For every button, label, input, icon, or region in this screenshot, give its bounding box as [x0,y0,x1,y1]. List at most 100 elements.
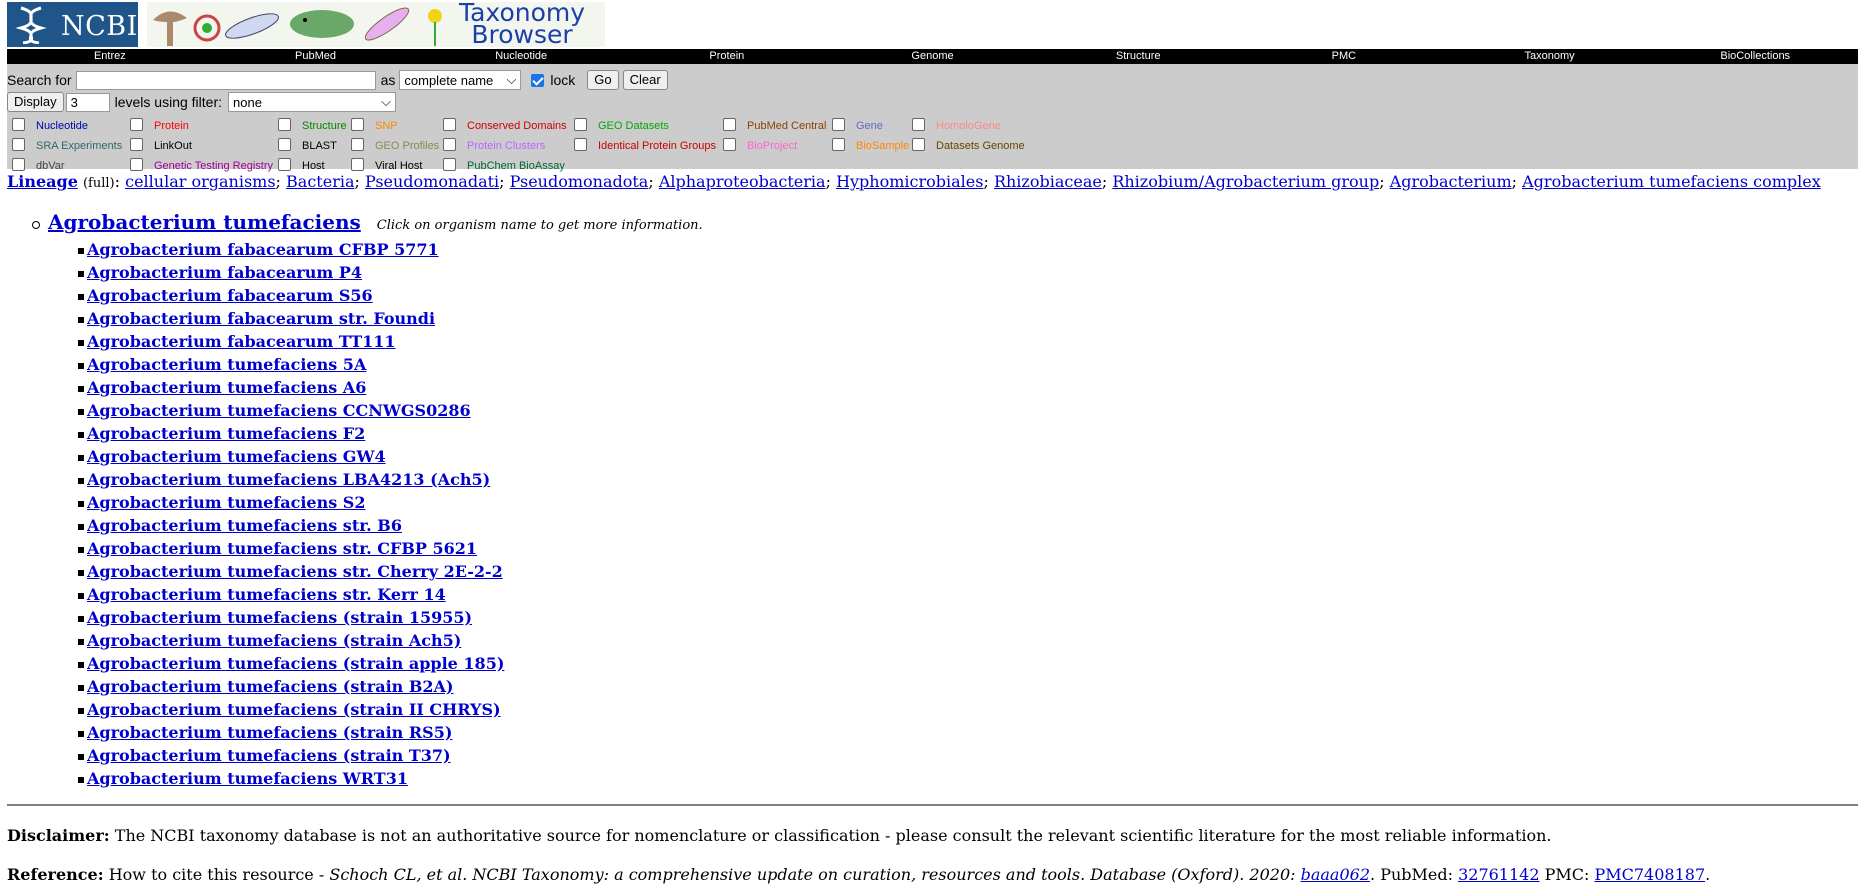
filter-checkbox[interactable] [574,118,587,131]
child-taxon-link[interactable]: Agrobacterium tumefaciens (strain apple … [87,654,504,673]
filter-label: BioProject [747,140,798,152]
child-taxon-link[interactable]: Agrobacterium fabacearum CFBP 5771 [87,240,439,259]
reference-text: How to cite this resource - [108,865,330,884]
lineage-item[interactable]: cellular organisms [125,172,275,191]
root-taxon-link[interactable]: Agrobacterium tumefaciens [48,210,361,234]
filter-label: SRA Experiments [36,140,123,152]
filter-checkbox[interactable] [130,158,143,171]
filter-checkbox[interactable] [912,138,925,151]
nav-genome[interactable]: Genome [830,49,1036,64]
child-taxon-link[interactable]: Agrobacterium tumefaciens F2 [87,424,365,443]
filter-checkbox[interactable] [278,118,291,131]
lineage-item[interactable]: Rhizobium/Agrobacterium group [1112,172,1379,191]
lineage-item[interactable]: Bacteria [286,172,354,191]
disclaimer-label: Disclaimer: [7,826,110,845]
lineage-item[interactable]: Alphaproteobacteria [659,172,826,191]
filter-checkbox[interactable] [832,138,845,151]
child-taxon-link[interactable]: Agrobacterium tumefaciens A6 [87,378,366,397]
go-button[interactable]: Go [587,70,619,90]
nav-taxonomy[interactable]: Taxonomy [1447,49,1653,64]
child-taxon-link[interactable]: Agrobacterium tumefaciens LBA4213 (Ach5) [87,470,490,489]
display-button[interactable]: Display [7,92,64,112]
child-taxon-link[interactable]: Agrobacterium tumefaciens WRT31 [87,769,408,788]
lineage-item[interactable]: Pseudomonadati [365,172,499,191]
child-taxon-link[interactable]: Agrobacterium tumefaciens str. Cherry 2E… [87,562,503,581]
ncbi-logo[interactable]: NCBI [7,2,138,47]
filter-checkbox[interactable] [278,158,291,171]
nav-entrez[interactable]: Entrez [7,49,213,64]
child-taxon-link[interactable]: Agrobacterium tumefaciens (strain T37) [87,746,451,765]
filter-checkbox[interactable] [832,118,845,131]
filter-checkbox[interactable] [130,138,143,151]
circle-bullet-icon [32,220,40,229]
child-taxon-link[interactable]: Agrobacterium fabacearum S56 [87,286,373,305]
chevron-down-icon: ⌵ [381,94,392,109]
child-taxon-link[interactable]: Agrobacterium tumefaciens str. B6 [87,516,402,535]
lineage-link[interactable]: Lineage [7,172,78,191]
child-taxon-link[interactable]: Agrobacterium tumefaciens (strain Ach5) [87,631,461,650]
child-taxon-item: Agrobacterium tumefaciens str. Cherry 2E… [77,560,504,583]
organism-images-icon [153,7,442,46]
filter-checkbox[interactable] [12,158,25,171]
nav-pmc[interactable]: PMC [1241,49,1447,64]
child-taxon-link[interactable]: Agrobacterium tumefaciens CCNWGS0286 [87,401,471,420]
filter-checkbox[interactable] [723,118,736,131]
reference: Reference: How to cite this resource - S… [7,865,1710,884]
child-taxon-link[interactable]: Agrobacterium fabacearum TT111 [87,332,396,351]
clear-button[interactable]: Clear [622,70,668,90]
child-taxon-link[interactable]: Agrobacterium tumefaciens 5A [87,355,366,374]
filter-checkbox[interactable] [443,158,456,171]
nav-protein[interactable]: Protein [624,49,830,64]
child-taxon-link[interactable]: Agrobacterium tumefaciens (strain 15955) [87,608,472,627]
child-taxon-link[interactable]: Agrobacterium tumefaciens (strain B2A) [87,677,454,696]
filter-label: Conserved Domains [467,120,567,132]
filter-checkbox[interactable] [443,118,456,131]
lineage-item[interactable]: Rhizobiaceae [994,172,1102,191]
filter-checkbox[interactable] [351,158,364,171]
search-input[interactable] [75,70,376,90]
lineage: Lineage (full): cellular organisms; Bact… [7,172,1821,191]
child-taxon-link[interactable]: Agrobacterium tumefaciens S2 [87,493,366,512]
filter-label: Protein Clusters [467,140,546,152]
search-type-select[interactable]: complete name ⌵ [399,70,522,90]
logo-text: NCBI [61,11,138,42]
lineage-item[interactable]: Hyphomicrobiales [836,172,983,191]
nav-pubmed[interactable]: PubMed [213,49,419,64]
filter-checkbox[interactable] [12,138,25,151]
lineage-item[interactable]: Agrobacterium tumefaciens complex [1522,172,1821,191]
filter-checkbox[interactable] [723,138,736,151]
filter-checkbox[interactable] [12,118,25,131]
filter-checkbox[interactable] [574,138,587,151]
child-taxon-item: Agrobacterium fabacearum str. Foundi [77,307,504,330]
child-taxon-item: Agrobacterium tumefaciens GW4 [77,445,504,468]
filter-checkbox[interactable] [912,118,925,131]
nav-nucleotide[interactable]: Nucleotide [418,49,624,64]
child-taxon-link[interactable]: Agrobacterium tumefaciens str. Kerr 14 [87,585,446,604]
page: NCBI Taxonomy Browser Entrez PubMed Nucl… [7,0,1858,884]
filter-select[interactable]: none ⌵ [228,92,397,112]
filter-checkbox[interactable] [443,138,456,151]
nav-structure[interactable]: Structure [1035,49,1241,64]
child-taxon-item: Agrobacterium fabacearum S56 [77,284,504,307]
filter-checkbox[interactable] [130,118,143,131]
child-taxon-item: Agrobacterium tumefaciens A6 [77,376,504,399]
lineage-item[interactable]: Agrobacterium [1390,172,1512,191]
filter-checkbox[interactable] [278,138,291,151]
nav-biocollections[interactable]: BioCollections [1652,49,1858,64]
child-taxon-link[interactable]: Agrobacterium fabacearum P4 [87,263,362,282]
filter-checkbox[interactable] [351,118,364,131]
levels-input[interactable] [65,92,110,112]
pubmed-link[interactable]: 32761142 [1458,865,1539,884]
doi-link[interactable]: baaa062 [1301,865,1370,884]
child-taxon-link[interactable]: Agrobacterium tumefaciens (strain RS5) [87,723,452,742]
child-taxon-link[interactable]: Agrobacterium fabacearum str. Foundi [87,309,435,328]
filter-label: Datasets Genome [936,140,1025,152]
child-taxon-link[interactable]: Agrobacterium tumefaciens (strain II CHR… [87,700,501,719]
lock-checkbox[interactable] [531,73,545,87]
child-taxon-link[interactable]: Agrobacterium tumefaciens str. CFBP 5621 [87,539,477,558]
filter-label: Nucleotide [36,120,88,132]
child-taxon-link[interactable]: Agrobacterium tumefaciens GW4 [87,447,386,466]
lineage-item[interactable]: Pseudomonadota [510,172,649,191]
pmc-link[interactable]: PMC7408187 [1594,865,1705,884]
filter-checkbox[interactable] [351,138,364,151]
